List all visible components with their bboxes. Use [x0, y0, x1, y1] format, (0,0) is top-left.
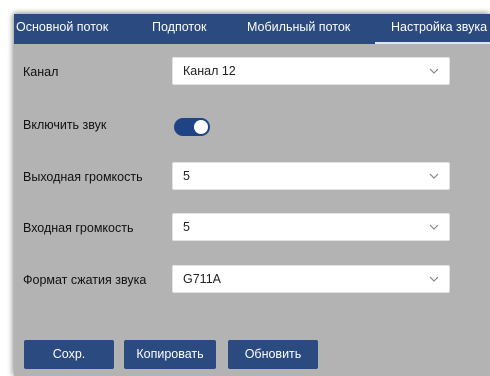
input-volume-label: Входная громкость [23, 221, 134, 235]
input-volume-value: 5 [183, 220, 190, 234]
chevron-down-icon [429, 68, 439, 74]
save-button[interactable]: Сохр. [24, 340, 114, 369]
tab-main-stream[interactable]: Основной поток [16, 14, 108, 44]
output-volume-label: Выходная громкость [23, 170, 143, 184]
audio-settings-panel: Основной поток Подпоток Мобильный поток … [14, 14, 490, 376]
compression-select[interactable]: G711A [172, 265, 450, 293]
tab-audio-settings[interactable]: Настройка звука [375, 14, 490, 44]
tab-mobile-stream[interactable]: Мобильный поток [247, 14, 350, 44]
enable-sound-label: Включить звук [23, 118, 107, 132]
toggle-knob [194, 120, 208, 134]
copy-button[interactable]: Копировать [124, 340, 216, 369]
chevron-down-icon [429, 173, 439, 179]
channel-value: Канал 12 [183, 64, 236, 78]
channel-select[interactable]: Канал 12 [172, 57, 450, 85]
stream-tab-bar: Основной поток Подпоток Мобильный поток … [14, 14, 490, 44]
tab-substream[interactable]: Подпоток [152, 14, 206, 44]
chevron-down-icon [429, 224, 439, 230]
enable-sound-toggle[interactable] [174, 118, 210, 136]
output-volume-select[interactable]: 5 [172, 162, 450, 190]
output-volume-value: 5 [183, 169, 190, 183]
compression-label: Формат сжатия звука [23, 273, 147, 287]
input-volume-select[interactable]: 5 [172, 213, 450, 241]
channel-label: Канал [23, 65, 59, 79]
compression-value: G711A [183, 272, 221, 286]
chevron-down-icon [429, 276, 439, 282]
refresh-button[interactable]: Обновить [228, 340, 318, 369]
